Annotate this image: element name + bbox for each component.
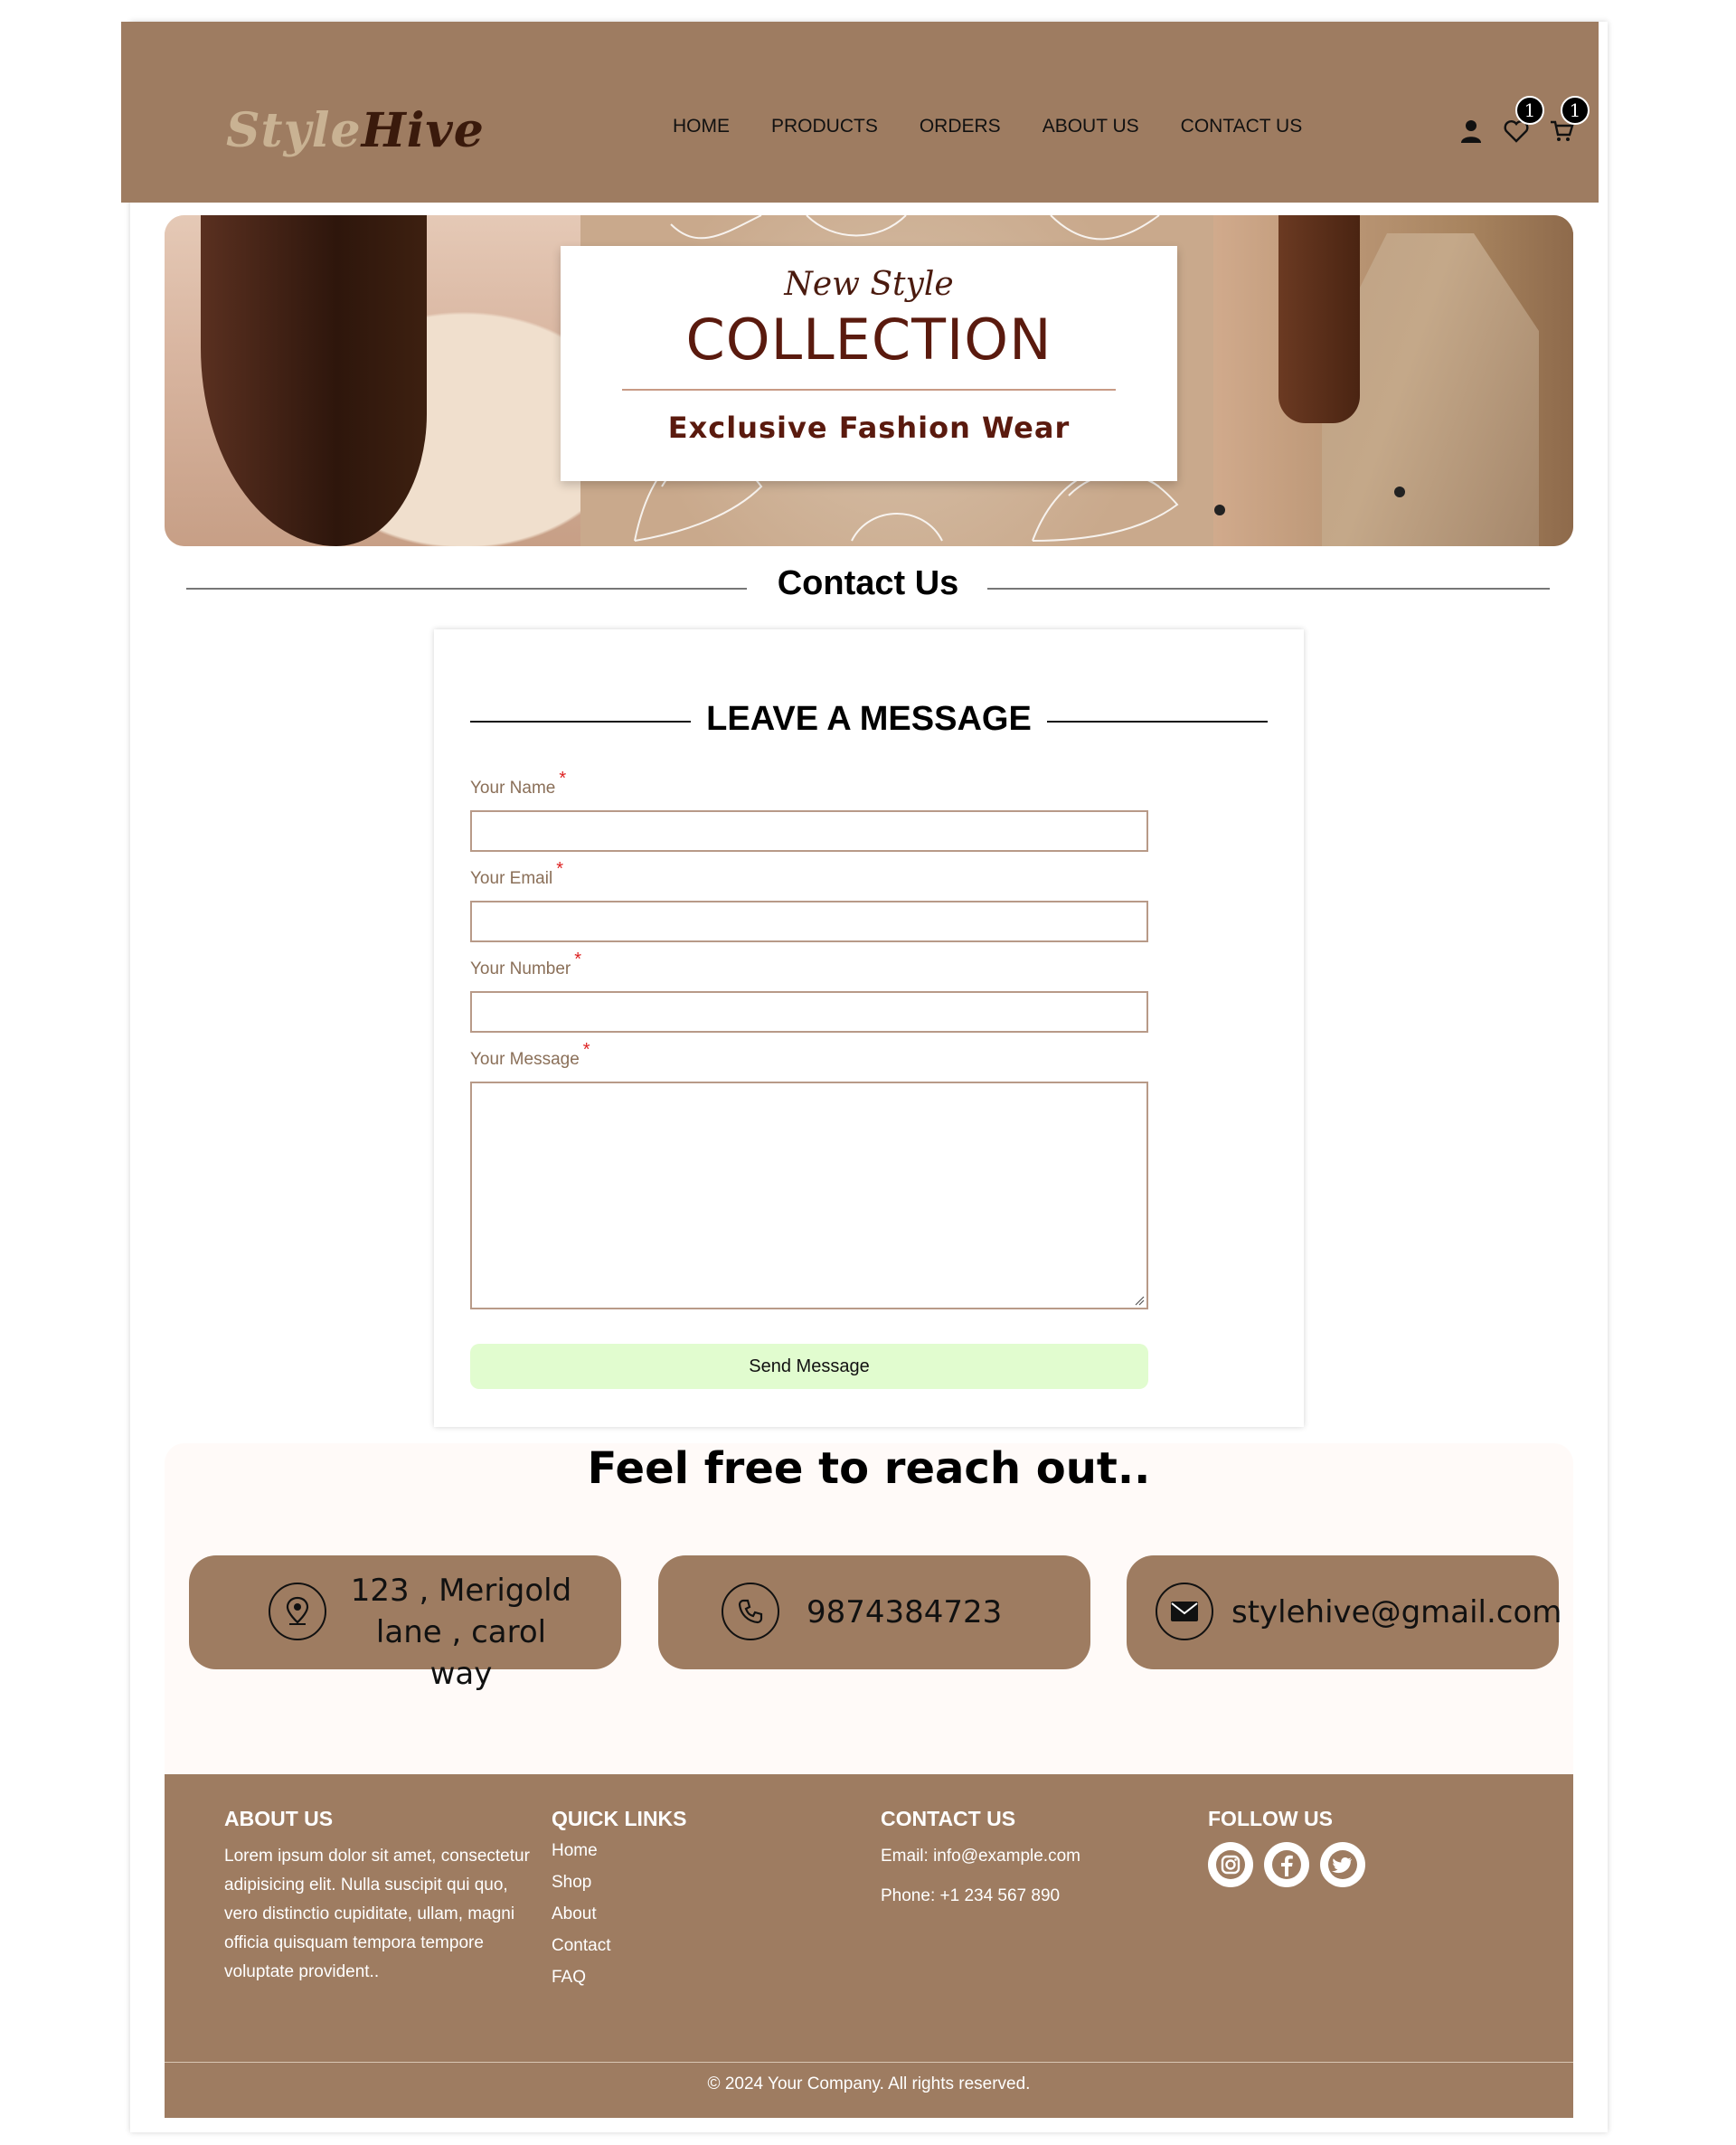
footer-contact-phone: Phone: +1 234 567 890 <box>881 1886 1061 1905</box>
nav-products[interactable]: PRODUCTS <box>771 116 878 137</box>
resize-handle-icon[interactable] <box>1134 1295 1145 1306</box>
divider-right <box>987 588 1550 590</box>
nav-contact-us[interactable]: CONTACT US <box>1181 116 1303 137</box>
footer-follow-title: FOLLOW US <box>1208 1807 1333 1830</box>
facebook-icon[interactable] <box>1264 1842 1309 1887</box>
email-field[interactable] <box>470 901 1148 942</box>
form-heading-text: LEAVE A MESSAGE <box>706 700 1032 738</box>
hero-model-left-image <box>165 215 580 546</box>
site-footer: ABOUT US Lorem ipsum dolor sit amet, con… <box>165 1774 1573 2118</box>
footer-link-faq[interactable]: FAQ <box>552 1961 823 1993</box>
form-heading-divider-right <box>1047 721 1268 723</box>
copyright-text: © 2024 Your Company. All rights reserved… <box>707 2074 1031 2093</box>
section-title: Contact Us <box>777 564 959 602</box>
location-pin-icon <box>269 1583 326 1640</box>
cart-count-badge: 1 <box>1561 96 1590 125</box>
hero-divider <box>622 389 1116 391</box>
footer-links-title: QUICK LINKS <box>552 1807 687 1830</box>
instagram-icon[interactable] <box>1208 1842 1253 1887</box>
logo-hive-text: Hive <box>361 103 485 158</box>
wishlist-count-badge: 1 <box>1515 96 1544 125</box>
cart-button[interactable]: 1 <box>1546 96 1590 146</box>
hero-subtitle: New Style <box>784 266 954 303</box>
contact-section-heading: Contact Us <box>186 564 1550 609</box>
footer-contact-email: Email: info@example.com <box>881 1847 1080 1866</box>
user-icon[interactable] <box>1456 116 1486 146</box>
page-container: StyleHive HOME PRODUCTS ORDERS ABOUT US … <box>121 22 1608 2132</box>
number-field[interactable] <box>470 991 1148 1033</box>
name-field[interactable] <box>470 810 1148 852</box>
email-card: stylehive@gmail.com <box>1127 1555 1561 1669</box>
site-header: StyleHive HOME PRODUCTS ORDERS ABOUT US … <box>121 22 1599 203</box>
footer-link-shop[interactable]: Shop <box>552 1866 823 1898</box>
footer-follow-column: FOLLOW US <box>1208 1807 1479 1887</box>
hero-banner: New Style COLLECTION Exclusive Fashion W… <box>165 215 1573 546</box>
form-heading: LEAVE A MESSAGE <box>470 700 1268 740</box>
footer-contact-column: CONTACT US Email: info@example.com Phone… <box>881 1807 1188 1911</box>
social-icons <box>1208 1842 1479 1887</box>
main-nav: HOME PRODUCTS ORDERS ABOUT US CONTACT US <box>673 116 1302 137</box>
number-label: Your Number * <box>470 950 582 978</box>
footer-links-column: QUICK LINKS Home Shop About Contact FAQ <box>552 1807 823 1993</box>
address-card: 123 , Merigold lane , carol way <box>189 1555 621 1692</box>
footer-about-text: Lorem ipsum dolor sit amet, consectetur … <box>224 1847 530 1981</box>
hero-title: COLLECTION <box>685 307 1052 373</box>
hero-model-right-image <box>1213 215 1573 546</box>
nav-about-us[interactable]: ABOUT US <box>1043 116 1139 137</box>
email-label: Your Email * <box>470 859 563 888</box>
phone-number-text: 9874384723 <box>807 1594 1003 1630</box>
name-label: Your Name * <box>470 769 567 798</box>
footer-about-column: ABOUT US Lorem ipsum dolor sit amet, con… <box>224 1807 532 1987</box>
phone-icon <box>722 1583 779 1640</box>
footer-link-contact[interactable]: Contact <box>552 1930 823 1961</box>
hero-promo-card: New Style COLLECTION Exclusive Fashion W… <box>561 246 1177 481</box>
phone-card: 9874384723 <box>658 1555 1090 1669</box>
email-address-text[interactable]: stylehive@gmail.com <box>1231 1592 1561 1633</box>
contact-form-card: LEAVE A MESSAGE Your Name * Your Email * Y… <box>434 629 1304 1427</box>
brand-logo[interactable]: StyleHive <box>226 103 485 158</box>
nav-home[interactable]: HOME <box>673 116 730 137</box>
footer-contact-title: CONTACT US <box>881 1807 1016 1830</box>
send-message-button[interactable]: Send Message <box>470 1344 1148 1389</box>
twitter-icon[interactable] <box>1320 1842 1365 1887</box>
footer-divider <box>165 2062 1573 2063</box>
address-text: 123 , Merigold lane , carol way <box>350 1573 572 1692</box>
logo-style-text: Style <box>226 103 362 158</box>
footer-link-home[interactable]: Home <box>552 1835 823 1866</box>
wishlist-button[interactable]: 1 <box>1501 96 1544 146</box>
hero-tagline: Exclusive Fashion Wear <box>667 411 1071 445</box>
message-label: Your Message * <box>470 1040 590 1069</box>
envelope-icon <box>1156 1583 1213 1640</box>
reach-out-section: Feel free to reach out.. 123 , Merigold … <box>165 1443 1573 1774</box>
header-icons: 1 1 <box>1456 96 1591 165</box>
message-textarea[interactable] <box>470 1082 1148 1309</box>
footer-about-title: ABOUT US <box>224 1807 334 1830</box>
reach-out-title: Feel free to reach out.. <box>587 1443 1151 1494</box>
footer-link-about[interactable]: About <box>552 1898 823 1930</box>
nav-orders[interactable]: ORDERS <box>920 116 1001 137</box>
